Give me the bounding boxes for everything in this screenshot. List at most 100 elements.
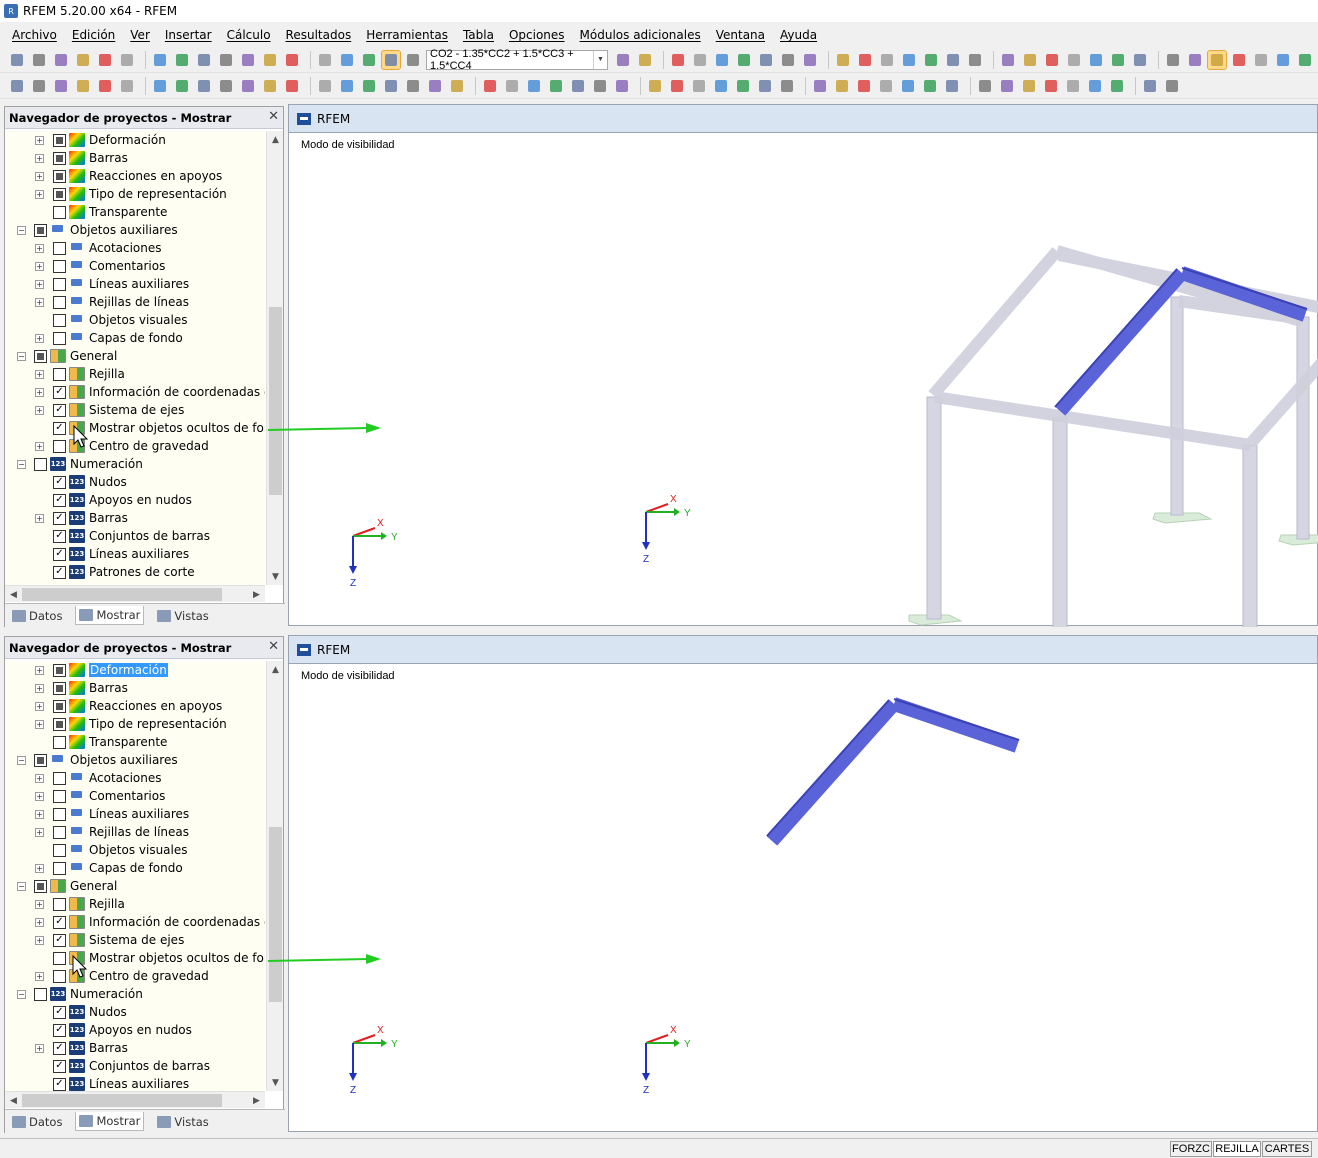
visibility-checkbox[interactable]: ✓ [53,493,66,507]
toolbar-button-icon[interactable] [195,51,213,69]
visibility-checkbox[interactable] [53,699,66,713]
tree-item[interactable]: − Objetos auxiliares [5,751,265,769]
tree-item[interactable]: Transparente [5,733,265,751]
collapse-icon[interactable]: − [17,459,26,469]
menu-item[interactable]: Módulos adicionales [580,28,701,42]
collapse-icon[interactable]: − [17,351,26,361]
toolbar-button-icon[interactable] [1163,77,1181,95]
tree-item[interactable]: + ✓ Información de coordenadas en e [5,383,265,401]
toolbar-button-icon[interactable] [922,51,940,69]
toolbar-button-icon[interactable] [217,51,235,69]
structure-model-full[interactable] [289,105,1318,627]
tree-item[interactable]: + ✓ Sistema de ejes [5,931,265,949]
tree-item[interactable]: + Tipo de representación [5,715,265,733]
expand-icon[interactable]: + [35,899,44,909]
model-view-bottom[interactable]: RFEM Modo de visibilidad [288,635,1318,1132]
menu-item[interactable]: Resultados [286,28,352,42]
toolbar-button-icon[interactable] [30,77,48,95]
tree-item[interactable]: − General [5,877,265,895]
tab-mostrar[interactable]: Mostrar [75,606,145,625]
load-combination-select[interactable]: CO2 - 1.35*CC2 + 1.5*CC3 + 1.5*CC4 ▼ [426,48,608,72]
toolbar-button-icon[interactable] [96,51,114,69]
toolbar-button-icon[interactable] [1108,77,1126,95]
menu-item[interactable]: Ver [130,28,150,42]
vertical-scrollbar[interactable]: ▲ ▼ [266,661,283,1091]
visibility-checkbox[interactable] [53,205,66,219]
menu-item[interactable]: Insertar [165,28,212,42]
tree-item[interactable]: + Acotaciones [5,769,265,787]
toolbar-button-icon[interactable] [899,77,917,95]
toolbar-button-icon[interactable] [381,49,401,70]
toolbar-button-icon[interactable] [118,51,136,69]
tree-item[interactable]: + Acotaciones [5,239,265,257]
tab-vistas[interactable]: Vistas [154,607,211,625]
scroll-thumb[interactable] [22,588,222,601]
expand-icon[interactable]: + [35,387,44,397]
structure-model-filtered[interactable] [289,636,1318,1133]
visibility-checkbox[interactable] [53,313,66,327]
expand-icon[interactable]: + [35,153,44,163]
status-cartes[interactable]: CARTES [1262,1141,1312,1157]
toolbar-button-icon[interactable] [382,77,400,95]
visibility-checkbox[interactable] [53,951,66,965]
toolbar-button-icon[interactable] [591,77,609,95]
tree-item[interactable]: + ✓ 123 Barras [5,509,265,527]
expand-icon[interactable]: + [35,513,44,523]
visibility-checkbox[interactable] [53,861,66,875]
tree-item[interactable]: ✓ 123 Líneas auxiliares [5,1075,265,1091]
expand-icon[interactable]: + [35,701,44,711]
toolbar-button-icon[interactable] [338,51,356,69]
scroll-thumb[interactable] [22,1094,222,1107]
toolbar-button-icon[interactable] [834,51,852,69]
expand-icon[interactable]: + [35,827,44,837]
menu-item[interactable]: Opciones [509,28,565,42]
visibility-checkbox[interactable] [53,169,66,183]
toolbar-button-icon[interactable] [316,51,334,69]
expand-icon[interactable]: + [35,369,44,379]
toolbar-button-icon[interactable] [756,77,774,95]
toolbar-button-icon[interactable] [283,51,301,69]
tree-item[interactable]: + Barras [5,679,265,697]
toolbar-button-icon[interactable] [734,77,752,95]
toolbar-button-icon[interactable] [30,51,48,69]
toolbar-button-icon[interactable] [1042,77,1060,95]
visibility-checkbox[interactable] [53,681,66,695]
menu-item[interactable]: Ventana [716,28,765,42]
toolbar-button-icon[interactable] [811,77,829,95]
visibility-checkbox[interactable] [34,987,47,1001]
toolbar-button-icon[interactable] [779,51,797,69]
tree-item[interactable]: ✓ 123 Conjuntos de barras [5,1057,265,1075]
toolbar-button-icon[interactable] [173,77,191,95]
expand-icon[interactable]: + [35,791,44,801]
toolbar-button-icon[interactable] [1087,51,1105,69]
visibility-checkbox[interactable]: ✓ [53,565,66,579]
toolbar-button-icon[interactable] [173,51,191,69]
toolbar-button-icon[interactable] [8,77,26,95]
horizontal-scrollbar[interactable]: ◀ ▶ [5,585,265,602]
toolbar-button-icon[interactable] [426,77,444,95]
visibility-checkbox[interactable] [53,331,66,345]
scroll-left-icon[interactable]: ◀ [5,586,22,603]
toolbar-button-icon[interactable] [735,51,753,69]
tree-item[interactable]: + Líneas auxiliares [5,275,265,293]
toolbar-button-icon[interactable] [1021,51,1039,69]
toolbar-button-icon[interactable] [944,51,962,69]
toolbar-button-icon[interactable] [801,51,819,69]
toolbar-button-icon[interactable] [757,51,775,69]
visibility-checkbox[interactable] [53,969,66,983]
toolbar-button-icon[interactable] [360,51,378,69]
toolbar-button-icon[interactable] [614,51,632,69]
toolbar-button-icon[interactable] [1186,51,1204,69]
visibility-checkbox[interactable] [34,349,47,363]
toolbar-button-icon[interactable] [691,51,709,69]
visibility-checkbox[interactable] [53,187,66,201]
tree-item[interactable]: ✓ 123 Nudos [5,473,265,491]
tree-item[interactable]: Objetos visuales [5,311,265,329]
toolbar-button-icon[interactable] [8,51,26,69]
visibility-checkbox[interactable] [53,789,66,803]
toolbar-button-icon[interactable] [943,77,961,95]
tree-item[interactable]: + Reacciones en apoyos [5,167,265,185]
close-icon[interactable]: ✕ [268,639,279,654]
tree-item[interactable]: ✓ 123 Apoyos en nudos [5,1021,265,1039]
toolbar-button-icon[interactable] [239,77,257,95]
